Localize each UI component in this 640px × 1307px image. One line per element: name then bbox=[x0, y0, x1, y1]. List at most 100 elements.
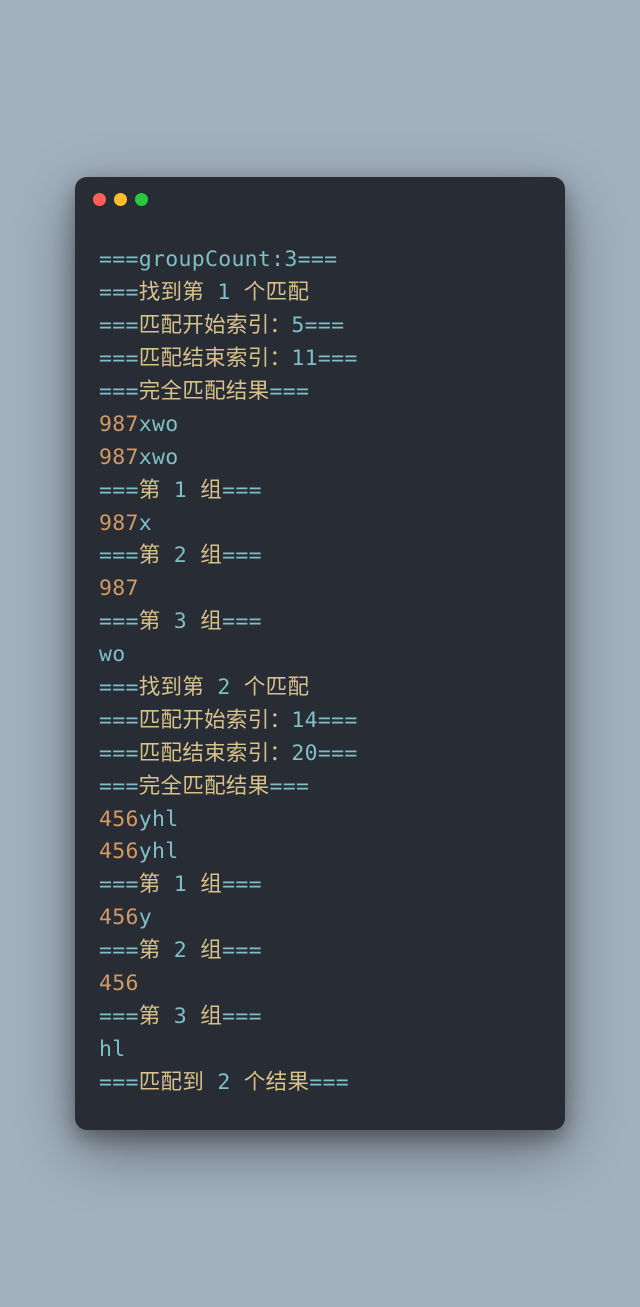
output-line: ===匹配结束索引：20=== bbox=[99, 738, 541, 771]
output-line: ===第 1 组=== bbox=[99, 869, 541, 902]
minimize-icon[interactable] bbox=[114, 193, 127, 206]
output-segment: === bbox=[270, 379, 310, 404]
output-segment: 找到第 bbox=[139, 675, 218, 700]
output-segment: 组 bbox=[187, 543, 222, 568]
window-titlebar bbox=[75, 177, 565, 214]
output-line: ===找到第 1 个匹配 bbox=[99, 277, 541, 310]
output-segment: 匹配到 bbox=[139, 1070, 218, 1095]
output-line: ===匹配开始索引：5=== bbox=[99, 310, 541, 343]
output-segment: 个匹配 bbox=[231, 675, 310, 700]
output-line: ===匹配结束索引：11=== bbox=[99, 343, 541, 376]
output-segment: xwo bbox=[139, 412, 179, 437]
output-segment: 2 bbox=[217, 675, 230, 700]
output-segment: === bbox=[99, 543, 139, 568]
output-segment: 2 bbox=[174, 938, 187, 963]
output-segment: 组 bbox=[187, 872, 222, 897]
output-segment: === bbox=[99, 379, 139, 404]
output-segment: 1 bbox=[217, 280, 230, 305]
output-segment: 第 bbox=[139, 543, 174, 568]
output-segment: 个匹配 bbox=[231, 280, 310, 305]
terminal-output: ===groupCount:3======找到第 1 个匹配===匹配开始索引：… bbox=[75, 214, 565, 1129]
output-segment: === bbox=[99, 675, 139, 700]
output-line: ===groupCount:3=== bbox=[99, 244, 541, 277]
output-segment: 找到第 bbox=[139, 280, 218, 305]
output-line: 456yhl bbox=[99, 804, 541, 837]
output-segment: 完全匹配结果 bbox=[139, 379, 270, 404]
output-segment: === bbox=[99, 741, 139, 766]
output-segment: === bbox=[222, 1004, 262, 1029]
output-segment: 987 bbox=[99, 445, 139, 470]
output-segment: 组 bbox=[187, 1004, 222, 1029]
output-segment: 456 bbox=[99, 971, 139, 996]
output-segment: 20 bbox=[291, 741, 318, 766]
output-line: ===匹配开始索引：14=== bbox=[99, 705, 541, 738]
output-segment: hl bbox=[99, 1037, 126, 1062]
output-segment: 组 bbox=[187, 478, 222, 503]
output-line: ===匹配到 2 个结果=== bbox=[99, 1067, 541, 1100]
output-segment: wo bbox=[99, 642, 126, 667]
output-segment: x bbox=[139, 511, 152, 536]
output-segment: 3 bbox=[284, 247, 297, 272]
output-segment: === bbox=[99, 938, 139, 963]
output-segment: 3 bbox=[174, 1004, 187, 1029]
output-line: wo bbox=[99, 639, 541, 672]
output-segment: 987 bbox=[99, 412, 139, 437]
output-segment: === bbox=[270, 774, 310, 799]
output-segment: ===groupCount: bbox=[99, 247, 284, 272]
output-line: 456 bbox=[99, 968, 541, 1001]
output-segment: 456 bbox=[99, 807, 139, 832]
output-line: 987x bbox=[99, 508, 541, 541]
close-icon[interactable] bbox=[93, 193, 106, 206]
output-segment: === bbox=[222, 543, 262, 568]
output-segment: === bbox=[309, 1070, 349, 1095]
output-segment: xwo bbox=[139, 445, 179, 470]
output-segment: 5 bbox=[291, 313, 304, 338]
output-segment: 1 bbox=[174, 478, 187, 503]
output-segment: 11 bbox=[291, 346, 318, 371]
output-segment: === bbox=[99, 609, 139, 634]
output-segment: 1 bbox=[174, 872, 187, 897]
output-segment: === bbox=[99, 478, 139, 503]
output-segment: 完全匹配结果 bbox=[139, 774, 270, 799]
output-line: ===完全匹配结果=== bbox=[99, 771, 541, 804]
output-segment: === bbox=[318, 346, 358, 371]
output-segment: 第 bbox=[139, 1004, 174, 1029]
output-line: 456y bbox=[99, 902, 541, 935]
output-segment: 匹配结束索引： bbox=[139, 741, 292, 766]
output-line: ===第 2 组=== bbox=[99, 935, 541, 968]
output-segment: === bbox=[222, 872, 262, 897]
output-segment: === bbox=[99, 346, 139, 371]
output-line: 987xwo bbox=[99, 409, 541, 442]
output-segment: 第 bbox=[139, 478, 174, 503]
output-segment: === bbox=[99, 313, 139, 338]
output-line: ===完全匹配结果=== bbox=[99, 376, 541, 409]
output-segment: 2 bbox=[174, 543, 187, 568]
output-segment: yhl bbox=[139, 807, 179, 832]
output-segment: === bbox=[99, 280, 139, 305]
output-segment: 组 bbox=[187, 938, 222, 963]
output-segment: === bbox=[318, 741, 358, 766]
output-line: 987xwo bbox=[99, 442, 541, 475]
output-segment: === bbox=[298, 247, 338, 272]
output-line: 456yhl bbox=[99, 836, 541, 869]
output-segment: 第 bbox=[139, 609, 174, 634]
output-line: ===找到第 2 个匹配 bbox=[99, 672, 541, 705]
output-segment: === bbox=[99, 1070, 139, 1095]
output-segment: yhl bbox=[139, 839, 179, 864]
output-segment: y bbox=[139, 905, 152, 930]
output-segment: 3 bbox=[174, 609, 187, 634]
output-segment: 匹配开始索引： bbox=[139, 313, 292, 338]
output-segment: 匹配开始索引： bbox=[139, 708, 292, 733]
output-line: ===第 3 组=== bbox=[99, 1001, 541, 1034]
output-segment: === bbox=[318, 708, 358, 733]
zoom-icon[interactable] bbox=[135, 193, 148, 206]
output-segment: 456 bbox=[99, 839, 139, 864]
terminal-window: ===groupCount:3======找到第 1 个匹配===匹配开始索引：… bbox=[75, 177, 565, 1129]
output-segment: 14 bbox=[291, 708, 318, 733]
output-line: ===第 2 组=== bbox=[99, 540, 541, 573]
output-segment: === bbox=[222, 938, 262, 963]
output-segment: === bbox=[99, 708, 139, 733]
output-segment: 第 bbox=[139, 872, 174, 897]
output-segment: 987 bbox=[99, 511, 139, 536]
output-segment: === bbox=[222, 609, 262, 634]
